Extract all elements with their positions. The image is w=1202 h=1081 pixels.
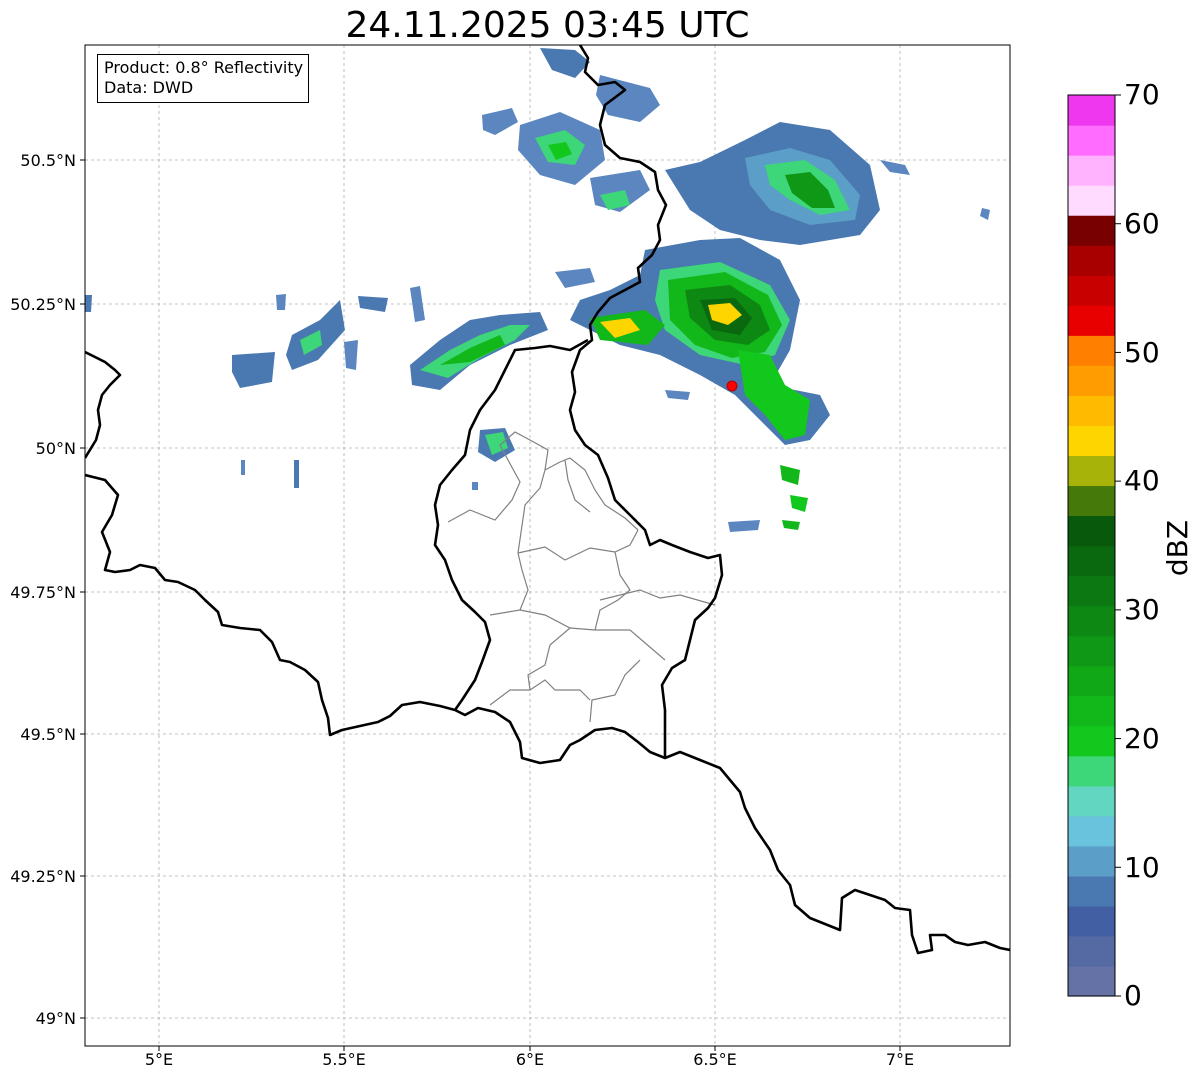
lat-label-50: 50°N (35, 439, 76, 458)
data-source-label: Data: DWD (104, 78, 194, 97)
lon-label-6: 6°E (515, 1050, 545, 1069)
radar-echo (482, 108, 518, 135)
colorbar-segment (1068, 965, 1115, 997)
radar-echoes (85, 48, 990, 532)
colorbar-unit-label: dBZ (1161, 519, 1194, 577)
colorbar-segment (1068, 275, 1115, 306)
lat-label-49: 49°N (35, 1009, 76, 1028)
radar-map (80, 44, 1121, 1051)
lat-label-50-5: 50.5°N (20, 151, 76, 170)
info-box: Product: 0.8° Reflectivity Data: DWD (97, 54, 310, 103)
colorbar-tick-label: 10 (1124, 851, 1160, 884)
colorbar-tick-label: 60 (1124, 207, 1160, 240)
lon-label-5-5: 5.5°E (322, 1050, 366, 1069)
lat-label-49-5: 49.5°N (20, 725, 76, 744)
colorbar (1067, 94, 1121, 997)
radar-echo (241, 460, 245, 475)
radar-echo (540, 48, 590, 78)
radar-echo (596, 75, 660, 122)
radar-echo (232, 352, 275, 388)
radar-echo (472, 482, 478, 490)
colorbar-segment (1068, 605, 1115, 637)
product-label: Product: 0.8° Reflectivity (104, 58, 304, 77)
radar-site-marker (726, 380, 738, 392)
lat-label-49-25: 49.25°N (10, 867, 76, 886)
colorbar-segment (1068, 575, 1115, 607)
colorbar-segment (1068, 785, 1115, 817)
colorbar-segment (1068, 905, 1115, 937)
colorbar-segment (1068, 305, 1115, 336)
district-boundaries (447, 431, 716, 723)
colorbar-segment (1068, 125, 1115, 156)
radar-echo (276, 294, 286, 310)
radar-echo (665, 390, 690, 400)
radar-echo (790, 495, 808, 512)
colorbar-segment (1068, 425, 1115, 456)
lon-label-6-5: 6.5°E (693, 1050, 737, 1069)
radar-echo (85, 295, 92, 312)
lat-label-50-25: 50.25°N (10, 295, 76, 314)
colorbar-segment (1068, 635, 1115, 667)
colorbar-segment (1068, 755, 1115, 787)
colorbar-tick-label: 40 (1124, 464, 1160, 497)
colorbar-tick-label: 20 (1124, 722, 1160, 755)
radar-echo (728, 520, 760, 532)
lon-label-7: 7°E (885, 1050, 915, 1069)
radar-echo (344, 340, 358, 370)
colorbar-segment (1068, 695, 1115, 727)
colorbar-segment (1068, 335, 1115, 366)
colorbar-segment (1068, 155, 1115, 186)
colorbar-segment (1068, 245, 1115, 276)
colorbar-segment (1068, 815, 1115, 847)
radar-echo (358, 296, 388, 312)
colorbar-segment (1068, 395, 1115, 426)
lat-label-49-75: 49.75°N (10, 583, 76, 602)
radar-echo (880, 160, 910, 175)
colorbar-segment (1068, 515, 1115, 547)
colorbar-segment (1068, 215, 1115, 246)
colorbar-segment (1068, 725, 1115, 757)
radar-echo (555, 268, 595, 288)
colorbar-segment (1068, 485, 1115, 517)
colorbar-segment (1068, 875, 1115, 907)
colorbar-segment (1068, 665, 1115, 697)
radar-echo (782, 520, 800, 530)
lon-label-5: 5°E (144, 1050, 174, 1069)
colorbar-segment (1068, 365, 1115, 396)
radar-echo (980, 208, 990, 220)
colorbar-segment (1068, 935, 1115, 967)
radar-echo (780, 465, 800, 485)
colorbar-tick-label: 50 (1124, 336, 1160, 369)
colorbar-tick-label: 70 (1124, 78, 1160, 111)
colorbar-tick-label: 0 (1124, 979, 1142, 1012)
colorbar-segment (1068, 185, 1115, 216)
colorbar-segment (1068, 95, 1115, 126)
radar-echo (294, 460, 299, 488)
colorbar-tick-label: 30 (1124, 593, 1160, 626)
colorbar-segment (1068, 845, 1115, 877)
colorbar-segment (1068, 455, 1115, 487)
colorbar-segment (1068, 545, 1115, 577)
